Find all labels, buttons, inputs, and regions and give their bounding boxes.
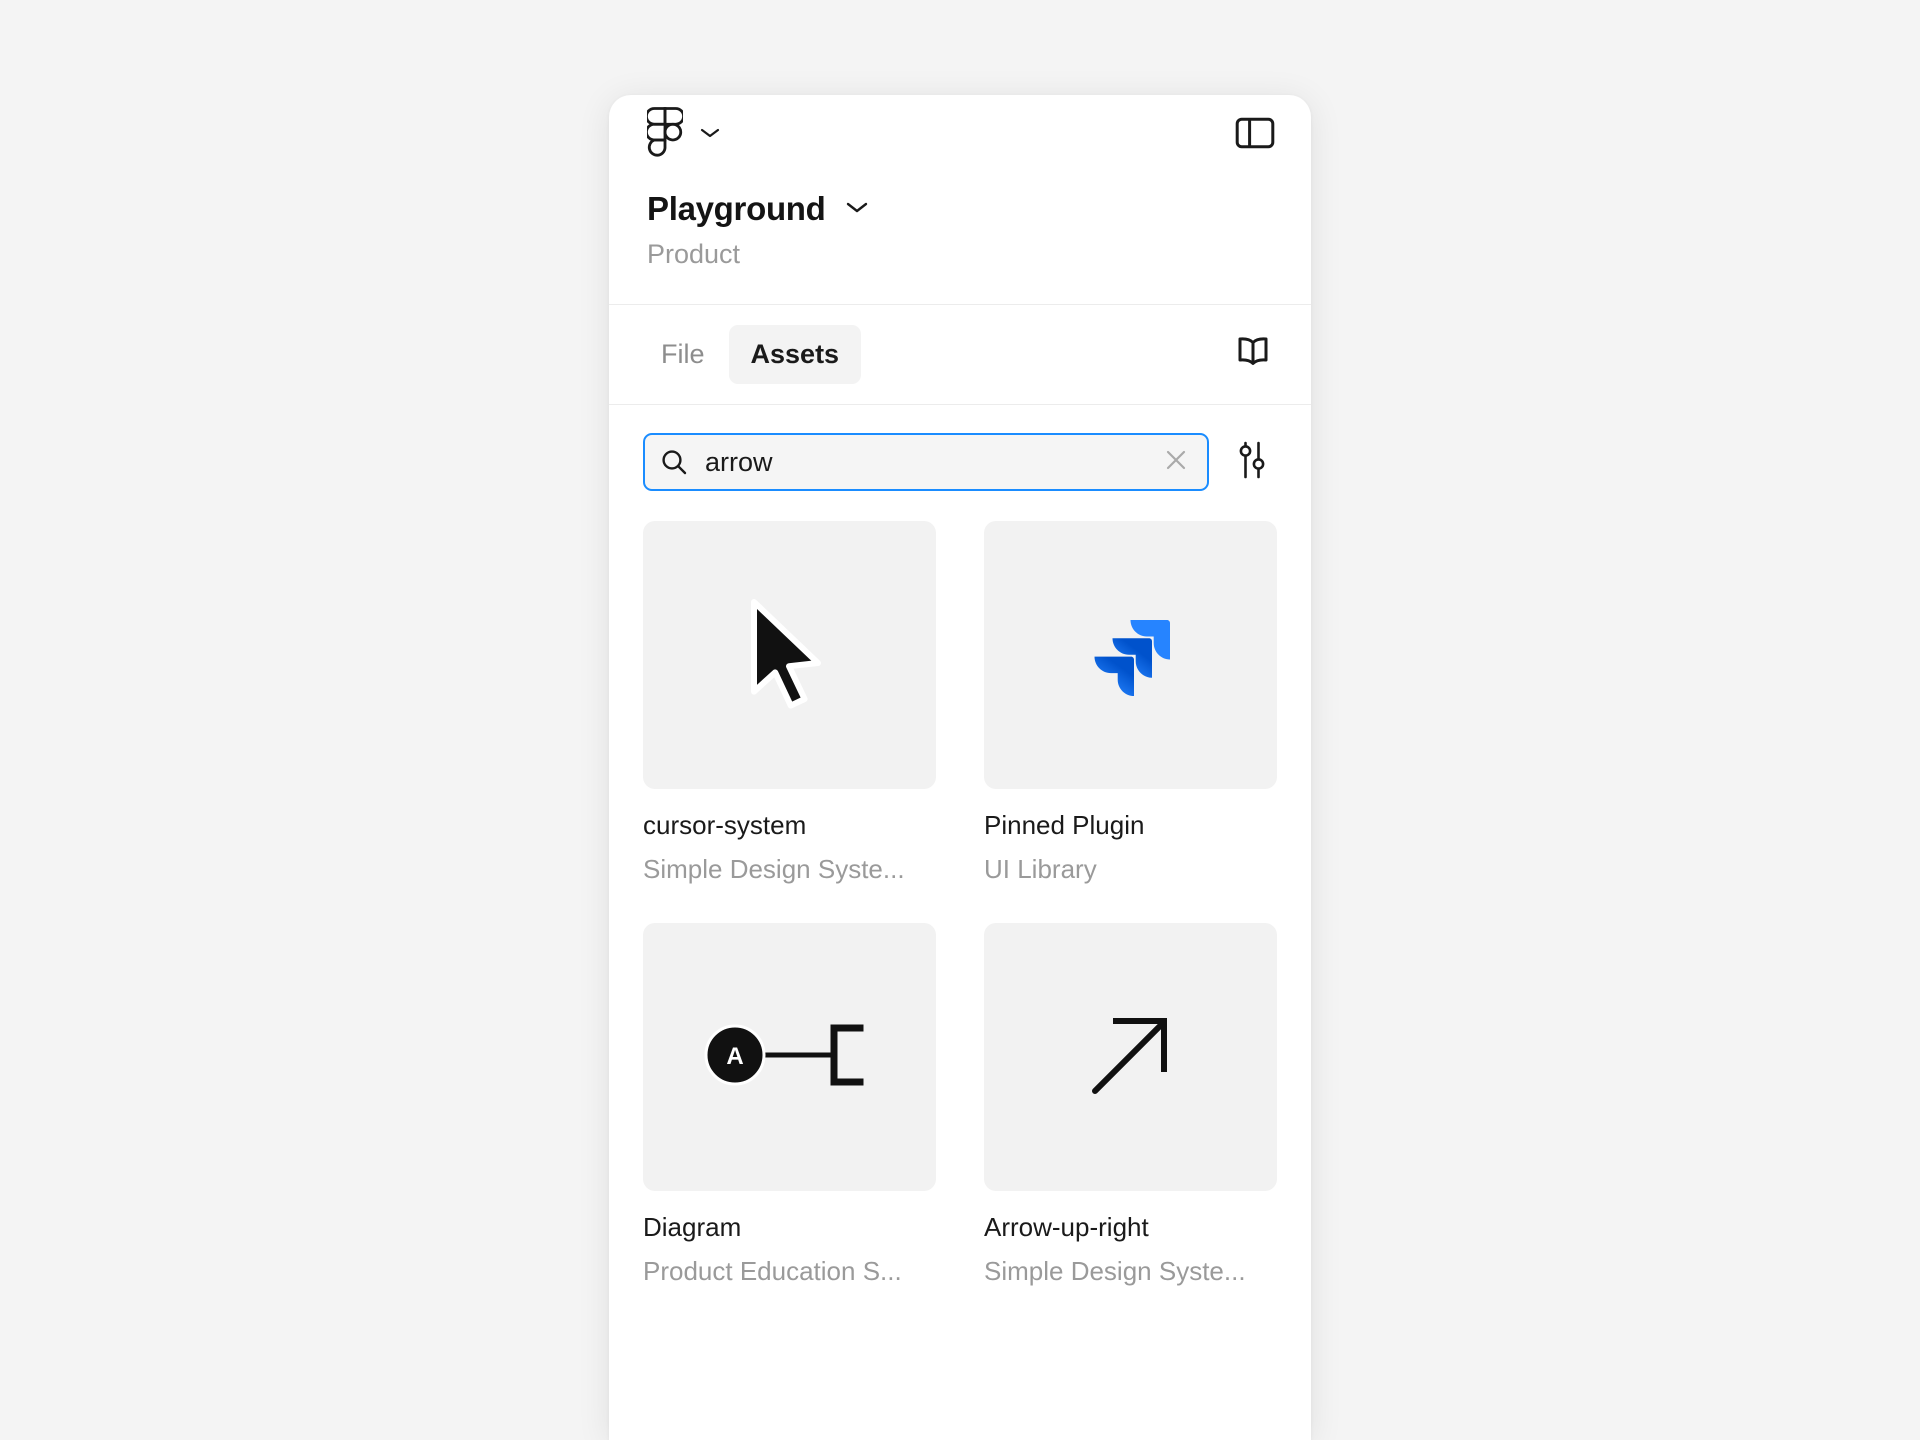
book-open-icon — [1231, 332, 1275, 377]
panel-left-icon — [1234, 114, 1276, 157]
figma-menu-button[interactable] — [645, 106, 721, 164]
chevron-down-icon — [844, 199, 870, 220]
asset-name: Diagram — [643, 1213, 742, 1243]
libraries-button[interactable] — [1229, 331, 1277, 379]
tab-file[interactable]: File — [639, 325, 727, 384]
panel-topbar — [609, 95, 1311, 175]
search-icon — [659, 447, 689, 477]
asset-name: Arrow-up-right — [984, 1213, 1149, 1243]
node-label: A — [726, 1043, 743, 1070]
search-input[interactable]: arrow — [643, 433, 1209, 492]
figma-logo-icon — [645, 106, 685, 164]
asset-card-diagram[interactable]: A Diagram Product Education S... — [643, 923, 936, 1287]
sliders-icon — [1232, 438, 1272, 487]
arrow-up-right-icon — [1081, 1005, 1181, 1110]
search-row: arrow — [609, 405, 1311, 513]
sidebar-toggle-button[interactable] — [1233, 113, 1277, 157]
tab-assets[interactable]: Assets — [728, 325, 862, 385]
page-title: Playground — [647, 190, 826, 227]
search-input-value: arrow — [705, 448, 773, 476]
file-title-block: Playground Product — [609, 175, 1311, 306]
tab-list: File Assets — [639, 325, 862, 385]
node-connector-icon: A — [700, 1010, 880, 1105]
asset-name: cursor-system — [643, 811, 807, 841]
jira-logo-icon — [1088, 610, 1174, 701]
asset-thumbnail — [984, 521, 1277, 790]
asset-library: Simple Design Syste... — [984, 1257, 1246, 1287]
file-subtitle: Product — [647, 239, 741, 270]
mouse-cursor-icon — [734, 590, 846, 721]
filter-button[interactable] — [1227, 437, 1277, 487]
clear-search-button[interactable] — [1159, 445, 1193, 479]
assets-panel: Playground Product File Assets arrow cur… — [609, 95, 1311, 1440]
asset-name: Pinned Plugin — [984, 811, 1145, 841]
asset-thumbnail: A — [643, 923, 936, 1192]
asset-card-arrow-up-right[interactable]: Arrow-up-right Simple Design Syste... — [984, 923, 1277, 1287]
asset-library: Product Education S... — [643, 1257, 902, 1287]
asset-library: Simple Design Syste... — [643, 855, 905, 885]
asset-library: UI Library — [984, 855, 1097, 885]
panel-tabs: File Assets — [609, 305, 1311, 406]
close-icon — [1162, 446, 1190, 479]
assets-grid: cursor-system Simple Design Syste... Pin… — [609, 513, 1311, 1307]
asset-thumbnail — [643, 521, 936, 790]
asset-thumbnail — [984, 923, 1277, 1192]
file-title-button[interactable]: Playground — [647, 190, 1273, 227]
asset-card-pinned-plugin[interactable]: Pinned Plugin UI Library — [984, 521, 1277, 885]
chevron-down-icon — [699, 126, 721, 145]
asset-card-cursor-system[interactable]: cursor-system Simple Design Syste... — [643, 521, 936, 885]
